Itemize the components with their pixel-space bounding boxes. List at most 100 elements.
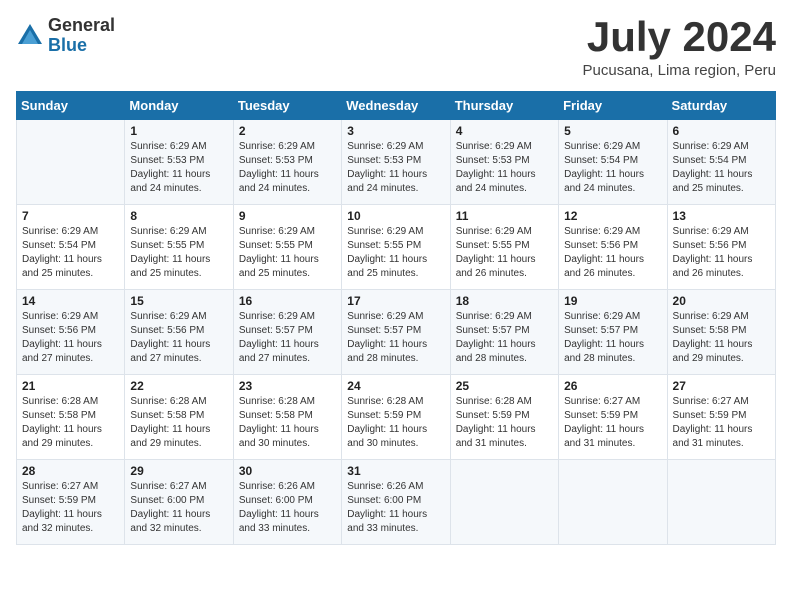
day-number: 17 <box>347 294 444 308</box>
calendar-cell: 25 Sunrise: 6:28 AMSunset: 5:59 PMDayligh… <box>450 375 558 460</box>
day-info: Sunrise: 6:27 AMSunset: 5:59 PMDaylight:… <box>564 395 661 451</box>
day-number: 12 <box>564 209 661 223</box>
logo-general: General <box>48 16 115 36</box>
calendar-cell <box>17 120 125 205</box>
day-info: Sunrise: 6:29 AMSunset: 5:55 PMDaylight:… <box>456 225 553 281</box>
month-title: July 2024 <box>583 16 776 58</box>
calendar-cell: 4Sunrise: 6:29 AMSunset: 5:53 PMDaylight… <box>450 120 558 205</box>
day-info: Sunrise: 6:28 AMSunset: 5:59 PMDaylight:… <box>456 395 553 451</box>
day-number: 22 <box>130 379 227 393</box>
day-info: Sunrise: 6:26 AMSunset: 6:00 PMDaylight:… <box>347 480 444 536</box>
calendar-cell: 17 Sunrise: 6:29 AMSunset: 5:57 PMDayligh… <box>342 290 450 375</box>
calendar-cell: 14 Sunrise: 6:29 AMSunset: 5:56 PMDayligh… <box>17 290 125 375</box>
calendar-cell: 23 Sunrise: 6:28 AMSunset: 5:58 PMDayligh… <box>233 375 341 460</box>
day-info: Sunrise: 6:29 AMSunset: 5:54 PMDaylight:… <box>564 140 661 196</box>
day-number: 25 <box>456 379 553 393</box>
calendar-cell: 12 Sunrise: 6:29 AMSunset: 5:56 PMDayligh… <box>559 205 667 290</box>
calendar-cell: 19 Sunrise: 6:29 AMSunset: 5:57 PMDayligh… <box>559 290 667 375</box>
header-sunday: Sunday <box>17 92 125 120</box>
day-info: Sunrise: 6:29 AMSunset: 5:54 PMDaylight:… <box>22 225 119 281</box>
calendar-cell: 11 Sunrise: 6:29 AMSunset: 5:55 PMDayligh… <box>450 205 558 290</box>
calendar-cell: 30 Sunrise: 6:26 AMSunset: 6:00 PMDayligh… <box>233 460 341 545</box>
calendar-cell: 7Sunrise: 6:29 AMSunset: 5:54 PMDaylight… <box>17 205 125 290</box>
day-number: 19 <box>564 294 661 308</box>
day-info: Sunrise: 6:29 AMSunset: 5:55 PMDaylight:… <box>130 225 227 281</box>
calendar-cell: 15 Sunrise: 6:29 AMSunset: 5:56 PMDayligh… <box>125 290 233 375</box>
day-info: Sunrise: 6:27 AMSunset: 6:00 PMDaylight:… <box>130 480 227 536</box>
header-monday: Monday <box>125 92 233 120</box>
day-info: Sunrise: 6:28 AMSunset: 5:59 PMDaylight:… <box>347 395 444 451</box>
calendar-week-row: 28 Sunrise: 6:27 AMSunset: 5:59 PMDayligh… <box>17 460 776 545</box>
day-number: 23 <box>239 379 336 393</box>
calendar-week-row: 21 Sunrise: 6:28 AMSunset: 5:58 PMDayligh… <box>17 375 776 460</box>
day-number: 11 <box>456 209 553 223</box>
header-wednesday: Wednesday <box>342 92 450 120</box>
header-saturday: Saturday <box>667 92 775 120</box>
calendar-header: Sunday Monday Tuesday Wednesday Thursday… <box>17 92 776 120</box>
day-number: 2 <box>239 124 336 138</box>
calendar-cell: 9 Sunrise: 6:29 AMSunset: 5:55 PMDaylight… <box>233 205 341 290</box>
day-number: 31 <box>347 464 444 478</box>
day-info: Sunrise: 6:29 AMSunset: 5:53 PMDaylight:… <box>347 140 444 196</box>
day-number: 24 <box>347 379 444 393</box>
day-info: Sunrise: 6:29 AMSunset: 5:56 PMDaylight:… <box>564 225 661 281</box>
day-number: 28 <box>22 464 119 478</box>
day-info: Sunrise: 6:27 AMSunset: 5:59 PMDaylight:… <box>673 395 770 451</box>
calendar-week-row: 1 Sunrise: 6:29 AMSunset: 5:53 PMDaylight… <box>17 120 776 205</box>
calendar-cell <box>450 460 558 545</box>
day-info: Sunrise: 6:29 AMSunset: 5:53 PMDaylight:… <box>456 140 553 196</box>
day-number: 5 <box>564 124 661 138</box>
day-number: 18 <box>456 294 553 308</box>
calendar-cell: 31 Sunrise: 6:26 AMSunset: 6:00 PMDayligh… <box>342 460 450 545</box>
calendar-cell: 22 Sunrise: 6:28 AMSunset: 5:58 PMDayligh… <box>125 375 233 460</box>
day-number: 9 <box>239 209 336 223</box>
logo-icon <box>16 22 44 50</box>
day-number: 21 <box>22 379 119 393</box>
day-number: 1 <box>130 124 227 138</box>
calendar-cell: 8Sunrise: 6:29 AMSunset: 5:55 PMDaylight… <box>125 205 233 290</box>
calendar-body: 1 Sunrise: 6:29 AMSunset: 5:53 PMDaylight… <box>17 120 776 545</box>
logo-blue: Blue <box>48 36 115 56</box>
day-info: Sunrise: 6:29 AMSunset: 5:54 PMDaylight:… <box>673 140 770 196</box>
day-info: Sunrise: 6:27 AMSunset: 5:59 PMDaylight:… <box>22 480 119 536</box>
calendar-cell: 18 Sunrise: 6:29 AMSunset: 5:57 PMDayligh… <box>450 290 558 375</box>
day-number: 27 <box>673 379 770 393</box>
day-info: Sunrise: 6:28 AMSunset: 5:58 PMDaylight:… <box>22 395 119 451</box>
day-number: 16 <box>239 294 336 308</box>
calendar-cell: 3 Sunrise: 6:29 AMSunset: 5:53 PMDaylight… <box>342 120 450 205</box>
calendar-cell: 2 Sunrise: 6:29 AMSunset: 5:53 PMDaylight… <box>233 120 341 205</box>
day-info: Sunrise: 6:29 AMSunset: 5:53 PMDaylight:… <box>239 140 336 196</box>
header-thursday: Thursday <box>450 92 558 120</box>
header-row: Sunday Monday Tuesday Wednesday Thursday… <box>17 92 776 120</box>
logo: General Blue <box>16 16 115 56</box>
day-info: Sunrise: 6:28 AMSunset: 5:58 PMDaylight:… <box>130 395 227 451</box>
day-number: 14 <box>22 294 119 308</box>
day-info: Sunrise: 6:28 AMSunset: 5:58 PMDaylight:… <box>239 395 336 451</box>
day-number: 30 <box>239 464 336 478</box>
header-tuesday: Tuesday <box>233 92 341 120</box>
day-info: Sunrise: 6:29 AMSunset: 5:57 PMDaylight:… <box>564 310 661 366</box>
calendar-cell: 20Sunrise: 6:29 AMSunset: 5:58 PMDayligh… <box>667 290 775 375</box>
day-number: 6 <box>673 124 770 138</box>
day-info: Sunrise: 6:29 AMSunset: 5:57 PMDaylight:… <box>456 310 553 366</box>
day-number: 3 <box>347 124 444 138</box>
day-info: Sunrise: 6:29 AMSunset: 5:55 PMDaylight:… <box>347 225 444 281</box>
day-info: Sunrise: 6:29 AMSunset: 5:57 PMDaylight:… <box>239 310 336 366</box>
day-info: Sunrise: 6:26 AMSunset: 6:00 PMDaylight:… <box>239 480 336 536</box>
location-title: Pucusana, Lima region, Peru <box>583 62 776 79</box>
day-info: Sunrise: 6:29 AMSunset: 5:56 PMDaylight:… <box>22 310 119 366</box>
title-block: July 2024 Pucusana, Lima region, Peru <box>583 16 776 79</box>
calendar-cell: 28 Sunrise: 6:27 AMSunset: 5:59 PMDayligh… <box>17 460 125 545</box>
day-info: Sunrise: 6:29 AMSunset: 5:55 PMDaylight:… <box>239 225 336 281</box>
day-info: Sunrise: 6:29 AMSunset: 5:57 PMDaylight:… <box>347 310 444 366</box>
calendar-week-row: 7Sunrise: 6:29 AMSunset: 5:54 PMDaylight… <box>17 205 776 290</box>
calendar-cell: 21 Sunrise: 6:28 AMSunset: 5:58 PMDayligh… <box>17 375 125 460</box>
day-info: Sunrise: 6:29 AMSunset: 5:56 PMDaylight:… <box>673 225 770 281</box>
day-number: 15 <box>130 294 227 308</box>
calendar-cell: 1 Sunrise: 6:29 AMSunset: 5:53 PMDaylight… <box>125 120 233 205</box>
day-number: 10 <box>347 209 444 223</box>
day-info: Sunrise: 6:29 AMSunset: 5:56 PMDaylight:… <box>130 310 227 366</box>
calendar-cell: 26Sunrise: 6:27 AMSunset: 5:59 PMDayligh… <box>559 375 667 460</box>
calendar-cell: 5 Sunrise: 6:29 AMSunset: 5:54 PMDaylight… <box>559 120 667 205</box>
day-info: Sunrise: 6:29 AMSunset: 5:53 PMDaylight:… <box>130 140 227 196</box>
